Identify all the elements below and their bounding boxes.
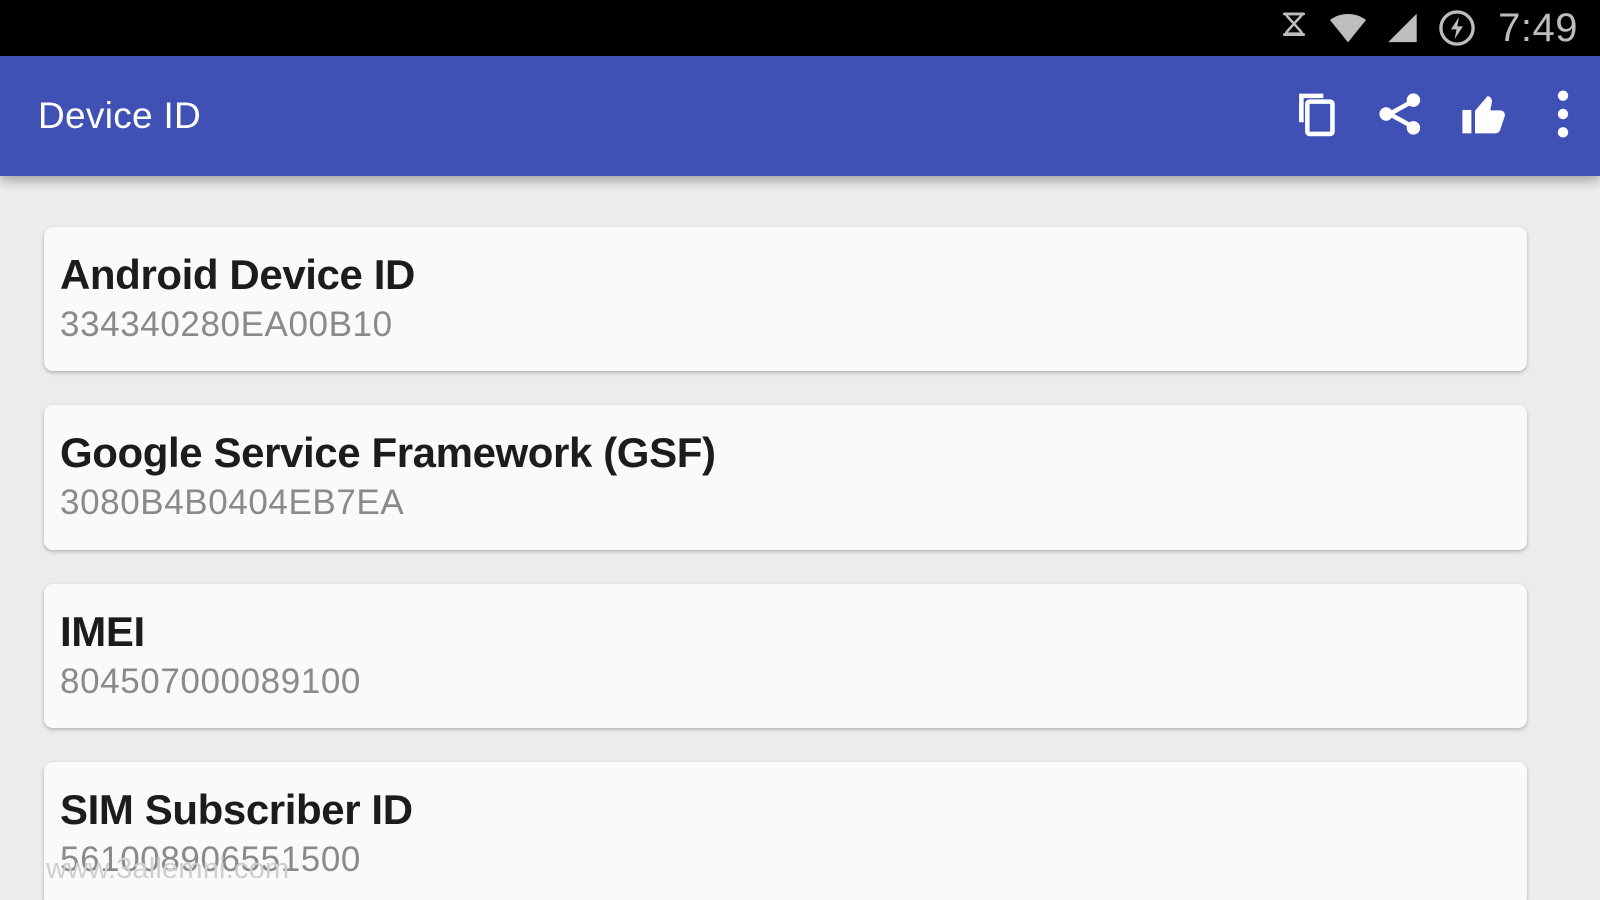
rate-button[interactable]	[1442, 56, 1526, 176]
android-screen: 7:49 Device ID Android Device ID 3343402…	[0, 0, 1600, 900]
page-title: Device ID	[38, 95, 202, 136]
card-value[interactable]: 561008906551500	[60, 839, 1499, 880]
share-button[interactable]	[1358, 56, 1442, 176]
screen-rotation-lock-icon	[1276, 10, 1312, 46]
card-value[interactable]: 804507000089100	[60, 661, 1499, 702]
status-bar: 7:49	[0, 0, 1600, 56]
status-bar-clock: 7:49	[1498, 6, 1578, 50]
list-item[interactable]: Google Service Framework (GSF) 3080B4B04…	[44, 405, 1527, 550]
list-item[interactable]: Android Device ID 334340280EA00B10	[44, 227, 1527, 372]
list-item[interactable]: SIM Subscriber ID 561008906551500	[44, 761, 1527, 900]
card-value[interactable]: 3080B4B0404EB7EA	[60, 482, 1499, 523]
more-vertical-icon	[1553, 88, 1573, 145]
battery-charging-icon	[1436, 7, 1478, 49]
card-title: Google Service Framework (GSF)	[60, 429, 716, 477]
app-bar: Device ID	[0, 56, 1600, 176]
wifi-icon	[1328, 11, 1368, 45]
overflow-menu-button[interactable]	[1526, 56, 1600, 176]
app-bar-actions	[1274, 56, 1600, 176]
thumb-up-icon	[1457, 87, 1511, 146]
device-id-list: Android Device ID 334340280EA00B10 Googl…	[0, 176, 1600, 900]
card-title: Android Device ID	[60, 251, 415, 298]
list-item[interactable]: IMEI 804507000089100	[44, 583, 1527, 728]
copy-button[interactable]	[1274, 56, 1358, 176]
device-id-list-scroll[interactable]: Android Device ID 334340280EA00B10 Googl…	[0, 176, 1600, 900]
share-icon	[1374, 88, 1426, 145]
card-title: SIM Subscriber ID	[60, 785, 413, 833]
card-value[interactable]: 334340280EA00B10	[60, 304, 1499, 345]
copy-icon	[1290, 88, 1342, 145]
cellular-signal-icon	[1384, 11, 1420, 45]
card-title: IMEI	[60, 607, 145, 655]
